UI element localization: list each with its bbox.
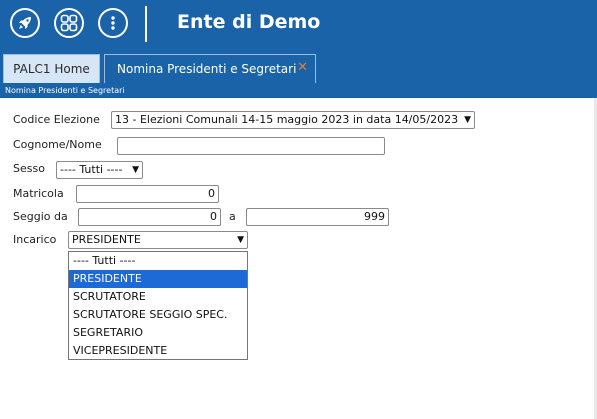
sesso-select[interactable]: ---- Tutti ---- ▼ (56, 161, 143, 179)
rocket-icon (19, 17, 31, 29)
codice-elezione-value: 13 - Elezioni Comunali 14-15 maggio 2023… (115, 113, 459, 126)
sesso-value: ---- Tutti ---- (60, 163, 123, 176)
close-icon[interactable]: ✕ (297, 60, 308, 75)
seggio-a-input[interactable]: 999 (246, 208, 389, 226)
incarico-value: PRESIDENTE (72, 233, 141, 246)
incarico-option-scrutatore[interactable]: SCRUTATORE (69, 288, 247, 306)
matricola-label: Matricola (13, 187, 64, 200)
page-title: Nomina Presidenti e Segretari (0, 83, 597, 98)
incarico-dropdown-list: ---- Tutti ---- PRESIDENTE SCRUTATORE SC… (68, 251, 248, 360)
tab-nomina-presidenti[interactable]: Nomina Presidenti e Segretari ✕ (104, 54, 316, 83)
incarico-option-presidente[interactable]: PRESIDENTE (69, 270, 247, 288)
chevron-down-icon: ▼ (464, 115, 471, 125)
matricola-input[interactable]: 0 (76, 185, 219, 203)
tab-label: Nomina Presidenti e Segretari (117, 62, 297, 76)
app-title: Ente di Demo (177, 11, 321, 33)
incarico-option-scrutatore-seggio-spec[interactable]: SCRUTATORE SEGGIO SPEC. (69, 306, 247, 324)
seggio-da-input[interactable]: 0 (78, 208, 221, 226)
sesso-label: Sesso (13, 162, 45, 175)
chevron-down-icon: ▼ (132, 165, 139, 175)
tab-label: PALC1 Home (13, 62, 90, 76)
more-button[interactable] (98, 8, 128, 38)
seggio-a-label: a (229, 210, 236, 223)
more-vertical-icon (111, 16, 115, 30)
chevron-down-icon: ▼ (237, 235, 244, 245)
incarico-label: Incarico (13, 233, 57, 246)
cognome-nome-label: Cognome/Nome (13, 138, 102, 151)
codice-elezione-label: Codice Elezione (13, 113, 100, 126)
top-bar: Ente di Demo (0, 0, 597, 50)
seggio-da-label: Seggio da (13, 210, 68, 223)
cognome-nome-input[interactable] (117, 137, 385, 155)
tab-bar: PALC1 Home Nomina Presidenti e Segretari… (0, 50, 597, 83)
incarico-option-segretario[interactable]: SEGRETARIO (69, 324, 247, 342)
incarico-option-vicepresidente[interactable]: VICEPRESIDENTE (69, 342, 247, 360)
apps-button[interactable] (54, 8, 84, 38)
grid-icon (60, 14, 78, 32)
divider (145, 6, 147, 42)
tab-palc1-home[interactable]: PALC1 Home (3, 54, 100, 83)
incarico-option-tutti[interactable]: ---- Tutti ---- (69, 252, 247, 270)
codice-elezione-select[interactable]: 13 - Elezioni Comunali 14-15 maggio 2023… (111, 111, 475, 129)
incarico-select[interactable]: PRESIDENTE ▼ (68, 231, 248, 249)
launcher-button[interactable] (10, 8, 40, 38)
